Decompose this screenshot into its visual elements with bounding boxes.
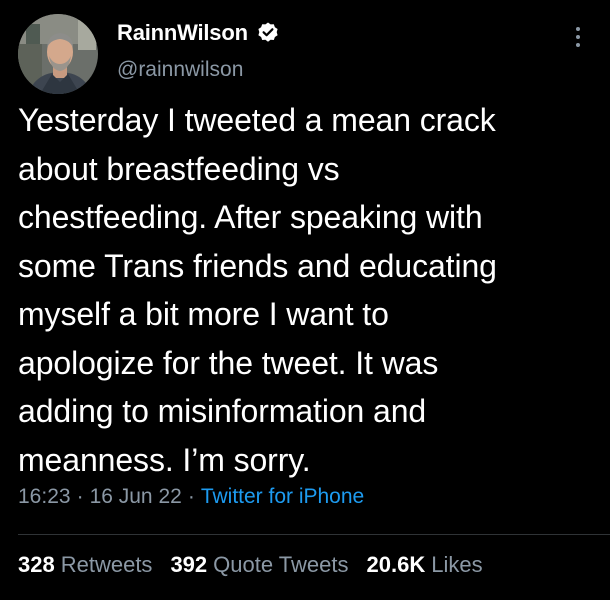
verified-badge-icon <box>256 21 280 45</box>
tweet-text-line: chestfeeding. After speaking with <box>18 199 483 235</box>
likes-count: 20.6K <box>366 552 426 577</box>
tweet-text: Yesterday I tweeted a mean crack about b… <box>18 96 596 484</box>
tweet-detail: RainnWilson @rainnwilson Yesterday I twe… <box>0 0 610 600</box>
display-name[interactable]: RainnWilson <box>117 20 248 46</box>
likes-label: Likes <box>431 552 483 577</box>
more-options-icon[interactable] <box>566 22 590 52</box>
tweet-text-line: about breastfeeding vs <box>18 150 340 187</box>
divider <box>18 534 610 535</box>
avatar[interactable] <box>18 14 98 94</box>
quote-tweets-label: Quote Tweets <box>213 552 349 577</box>
author-handle[interactable]: @rainnwilson <box>117 58 243 82</box>
meta-separator: · <box>76 485 84 508</box>
quote-tweets-stat[interactable]: 392 Quote Tweets <box>170 552 348 578</box>
engagement-stats: 328 Retweets 392 Quote Tweets 20.6K Likes <box>18 552 483 578</box>
retweets-count: 328 <box>18 552 55 577</box>
retweets-stat[interactable]: 328 Retweets <box>18 552 152 578</box>
tweet-time[interactable]: 16:23 <box>18 485 71 508</box>
tweet-date[interactable]: 16 Jun 22 <box>90 485 182 508</box>
tweet-text-line: myself a bit more I want to <box>18 296 389 332</box>
tweet-text-line: some Trans friends and educating <box>18 247 497 284</box>
author-name-row[interactable]: RainnWilson <box>117 20 280 46</box>
tweet-text-line: apologize for the tweet. It was <box>18 344 439 381</box>
avatar-photo <box>18 14 98 94</box>
tweet-meta: 16:23 · 16 Jun 22 · Twitter for iPhone <box>18 485 364 509</box>
tweet-text-line: meanness. I’m sorry. <box>18 441 311 478</box>
tweet-text-line: adding to misinformation and <box>18 393 427 429</box>
tweet-source-link[interactable]: Twitter for iPhone <box>201 485 364 508</box>
quote-tweets-count: 392 <box>170 552 208 577</box>
retweets-label: Retweets <box>60 552 153 577</box>
likes-stat[interactable]: 20.6K Likes <box>367 552 483 578</box>
meta-separator: · <box>187 485 195 508</box>
tweet-text-line: Yesterday I tweeted a mean crack <box>18 102 496 138</box>
